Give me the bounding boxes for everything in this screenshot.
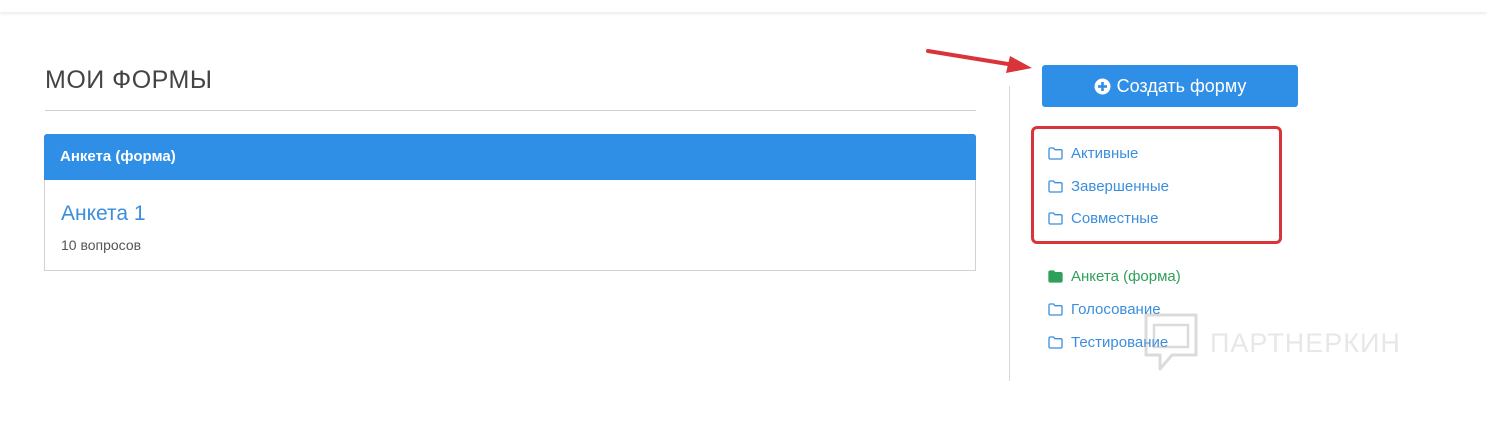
folder-active[interactable]: Активные	[1048, 143, 1138, 163]
top-bar	[0, 0, 1487, 12]
red-arrow-annotation	[926, 49, 1032, 73]
panel-header: Анкета (форма)	[44, 134, 976, 180]
folder-label: Завершенные	[1071, 177, 1169, 195]
watermark-text: ПАРТНЕРКИН	[1210, 327, 1401, 358]
panel-header-title: Анкета (форма)	[60, 148, 176, 165]
folder-completed[interactable]: Завершенные	[1048, 176, 1169, 196]
vertical-divider	[1009, 86, 1010, 381]
form-question-count: 10 вопросов	[61, 237, 142, 253]
plus-circle-icon	[1094, 78, 1111, 94]
folder-label: Активные	[1071, 144, 1139, 162]
folder-outline-icon	[1048, 146, 1063, 160]
form-title-link[interactable]: Анкета 1	[61, 201, 146, 227]
folder-questionnaire[interactable]: Анкета (форма)	[1048, 266, 1181, 286]
folder-outline-icon	[1048, 335, 1063, 349]
folder-label: Анкета (форма)	[1071, 267, 1181, 285]
chat-bubble-logo-icon	[1144, 313, 1198, 371]
create-form-button[interactable]: Создать форму	[1042, 65, 1298, 107]
create-form-label: Создать форму	[1116, 75, 1247, 96]
folder-outline-icon	[1048, 179, 1063, 193]
folder-outline-icon	[1048, 211, 1063, 225]
folder-label: Совместные	[1071, 209, 1159, 227]
folder-outline-icon	[1048, 302, 1063, 316]
folder-filled-icon	[1048, 269, 1063, 283]
page-title: МОИ ФОРМЫ	[45, 66, 213, 94]
watermark: ПАРТНЕРКИН	[1142, 311, 1401, 375]
title-divider	[45, 110, 976, 111]
folder-shared[interactable]: Совместные	[1048, 208, 1158, 228]
forms-panel: Анкета (форма) Анкета 1 10 вопросов	[44, 134, 976, 271]
